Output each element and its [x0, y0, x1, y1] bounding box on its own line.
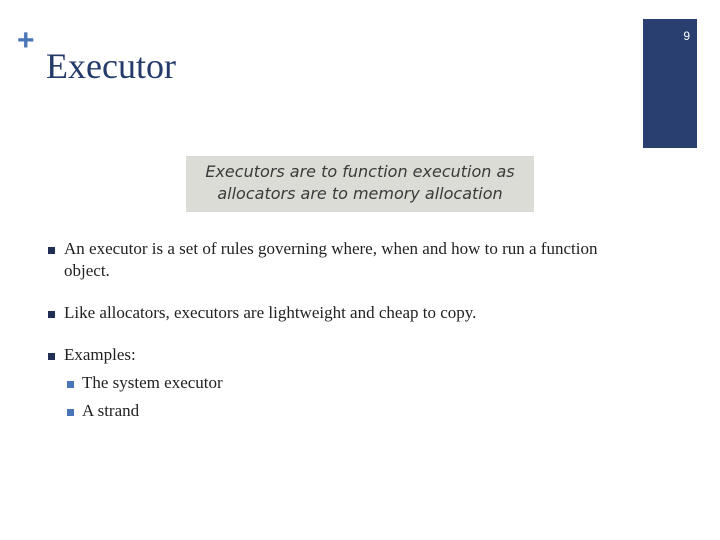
sub-bullet-list: The system executor A strand — [64, 372, 636, 422]
sub-bullet-item: A strand — [64, 400, 636, 422]
slide-title: Executor — [46, 46, 176, 86]
bullet-item: An executor is a set of rules governing … — [46, 238, 636, 282]
bullet-item: Examples: The system executor A strand — [46, 344, 636, 422]
square-bullet-icon — [48, 247, 55, 254]
square-bullet-icon — [67, 409, 74, 416]
quote-line-1: Executors are to function execution as — [205, 162, 515, 181]
bullet-item: Like allocators, executors are lightweig… — [46, 302, 636, 324]
bullet-text: An executor is a set of rules governing … — [64, 239, 598, 280]
plus-icon: + — [17, 24, 35, 57]
page-number: 9 — [683, 29, 690, 43]
square-bullet-icon — [48, 353, 55, 360]
quote-box: Executors are to function execution as a… — [186, 156, 534, 212]
page-number-tab: 9 — [643, 19, 697, 148]
quote-line-2: allocators are to memory allocation — [217, 184, 503, 203]
sub-bullet-text: A strand — [82, 401, 140, 420]
square-bullet-icon — [67, 381, 74, 388]
bullet-text: Examples: — [64, 345, 136, 364]
sub-bullet-text: The system executor — [82, 373, 223, 392]
bullet-text: Like allocators, executors are lightweig… — [64, 303, 477, 322]
sub-bullet-item: The system executor — [64, 372, 636, 394]
square-bullet-icon — [48, 311, 55, 318]
bullet-list: An executor is a set of rules governing … — [46, 238, 636, 428]
